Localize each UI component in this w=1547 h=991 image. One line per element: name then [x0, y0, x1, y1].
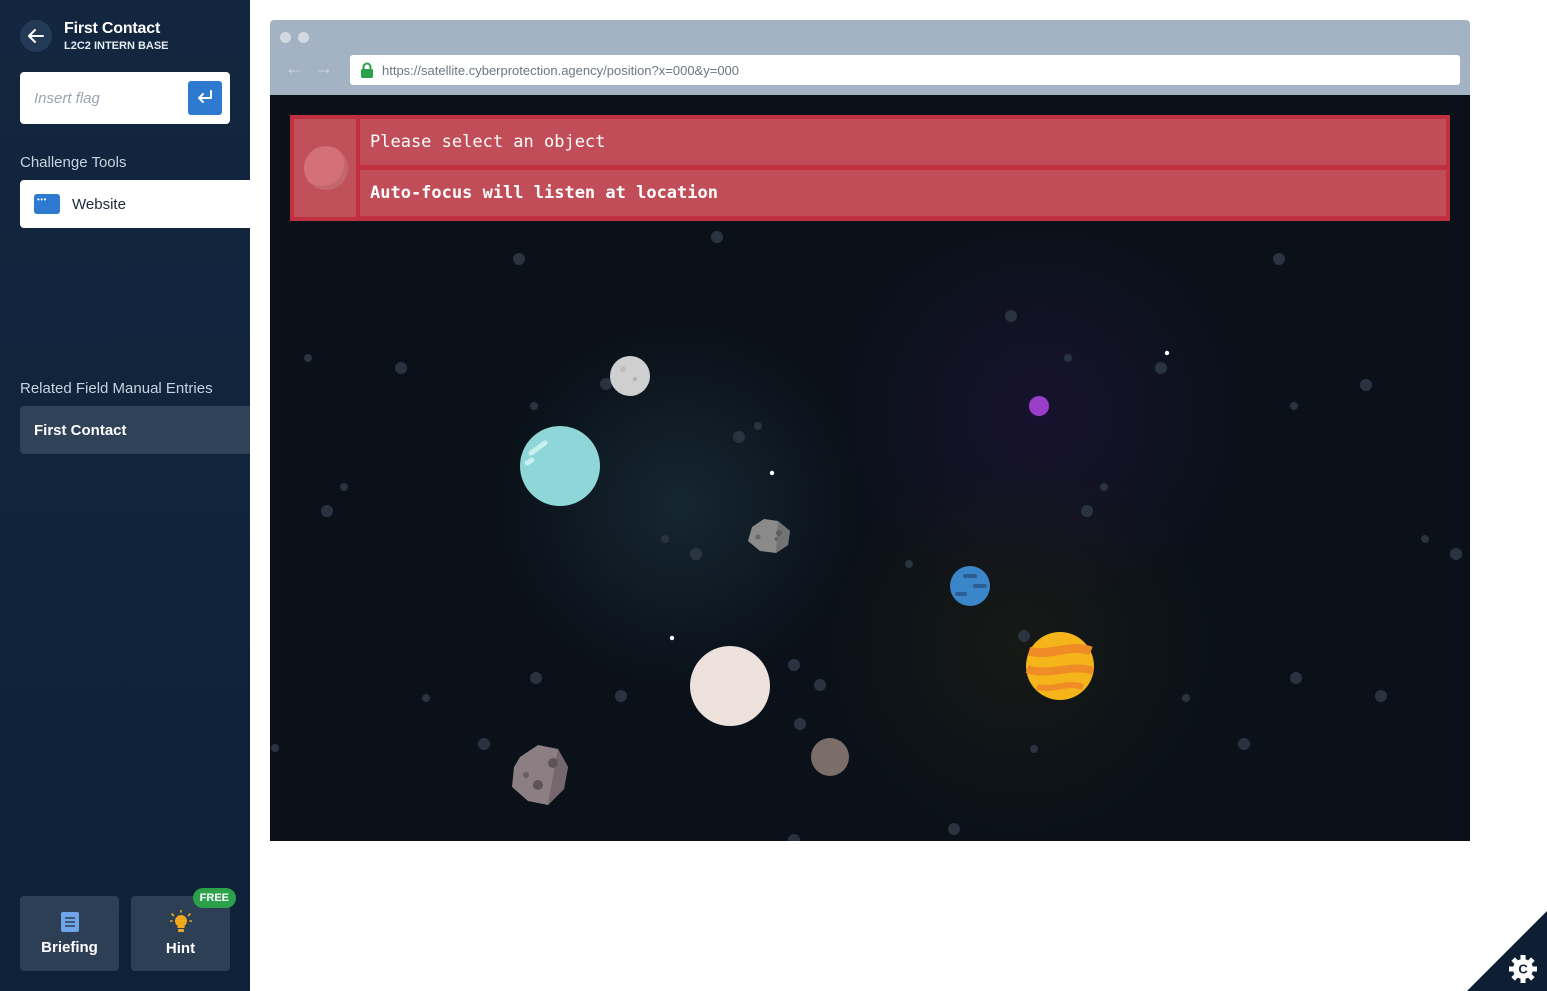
lightbulb-icon: [169, 910, 192, 932]
manual-item-label: First Contact: [34, 421, 127, 439]
challenge-header: First Contact L2C2 INTERN BASE: [64, 20, 169, 52]
brown-moon-object[interactable]: [810, 737, 850, 777]
field-manual-heading: Related Field Manual Entries: [20, 380, 213, 397]
pale-planet-object[interactable]: [689, 645, 771, 727]
status-line-2: Auto-focus will listen at location: [360, 170, 1446, 216]
back-button[interactable]: [20, 20, 52, 52]
window-dot: [280, 32, 291, 43]
gear-icon: C: [1509, 955, 1537, 983]
yellow-planet-object[interactable]: [1025, 631, 1095, 701]
flag-input[interactable]: [20, 72, 180, 124]
hint-button[interactable]: Hint FREE: [131, 888, 236, 971]
free-badge: FREE: [192, 888, 236, 908]
purple-planet-object[interactable]: [1028, 395, 1050, 417]
browser-window-icon: •••: [34, 194, 60, 214]
back-arrow-icon[interactable]: ←: [285, 58, 303, 79]
small-moon-object[interactable]: [609, 355, 651, 397]
large-asteroid-object[interactable]: [510, 743, 570, 807]
submit-flag-button[interactable]: [188, 81, 222, 115]
flag-form: [20, 72, 230, 124]
enter-icon: [198, 90, 212, 103]
blue-planet-object[interactable]: [949, 565, 991, 607]
window-dot: [298, 32, 309, 43]
status-indicator[interactable]: [304, 146, 348, 190]
settings-corner[interactable]: C: [1467, 911, 1547, 991]
svg-text:C: C: [1518, 962, 1528, 977]
teal-planet-object[interactable]: [519, 425, 601, 507]
challenge-subtitle: L2C2 INTERN BASE: [64, 40, 169, 52]
address-bar[interactable]: https://satellite.cyberprotection.agency…: [350, 55, 1460, 85]
asteroid-object[interactable]: [746, 517, 792, 555]
briefing-button[interactable]: Briefing: [20, 896, 119, 971]
hint-label: Hint: [165, 940, 196, 957]
challenge-title: First Contact: [64, 20, 161, 37]
document-icon: [60, 912, 79, 932]
url-text: https://satellite.cyberprotection.agency…: [382, 62, 740, 78]
space-viewport[interactable]: Please select an object Auto-focus will …: [270, 95, 1470, 841]
status-line-1: Please select an object: [360, 119, 1446, 165]
arrow-left-icon: [28, 29, 44, 43]
panel-indicator-area: [294, 119, 356, 217]
lock-icon: [361, 62, 373, 78]
browser-window: ← → https://satellite.cyberprotection.ag…: [270, 20, 1470, 841]
briefing-label: Briefing: [41, 939, 98, 956]
challenge-tools-heading: Challenge Tools: [20, 154, 127, 171]
status-panel: Please select an object Auto-focus will …: [290, 115, 1450, 221]
sidebar: First Contact L2C2 INTERN BASE Challenge…: [0, 0, 250, 991]
forward-arrow-icon[interactable]: →: [315, 58, 333, 79]
manual-item-first-contact[interactable]: First Contact: [20, 406, 250, 454]
tool-item-website[interactable]: ••• Website: [20, 180, 250, 228]
browser-toolbar: ← → https://satellite.cyberprotection.ag…: [270, 20, 1470, 95]
tool-item-label: Website: [72, 195, 126, 213]
